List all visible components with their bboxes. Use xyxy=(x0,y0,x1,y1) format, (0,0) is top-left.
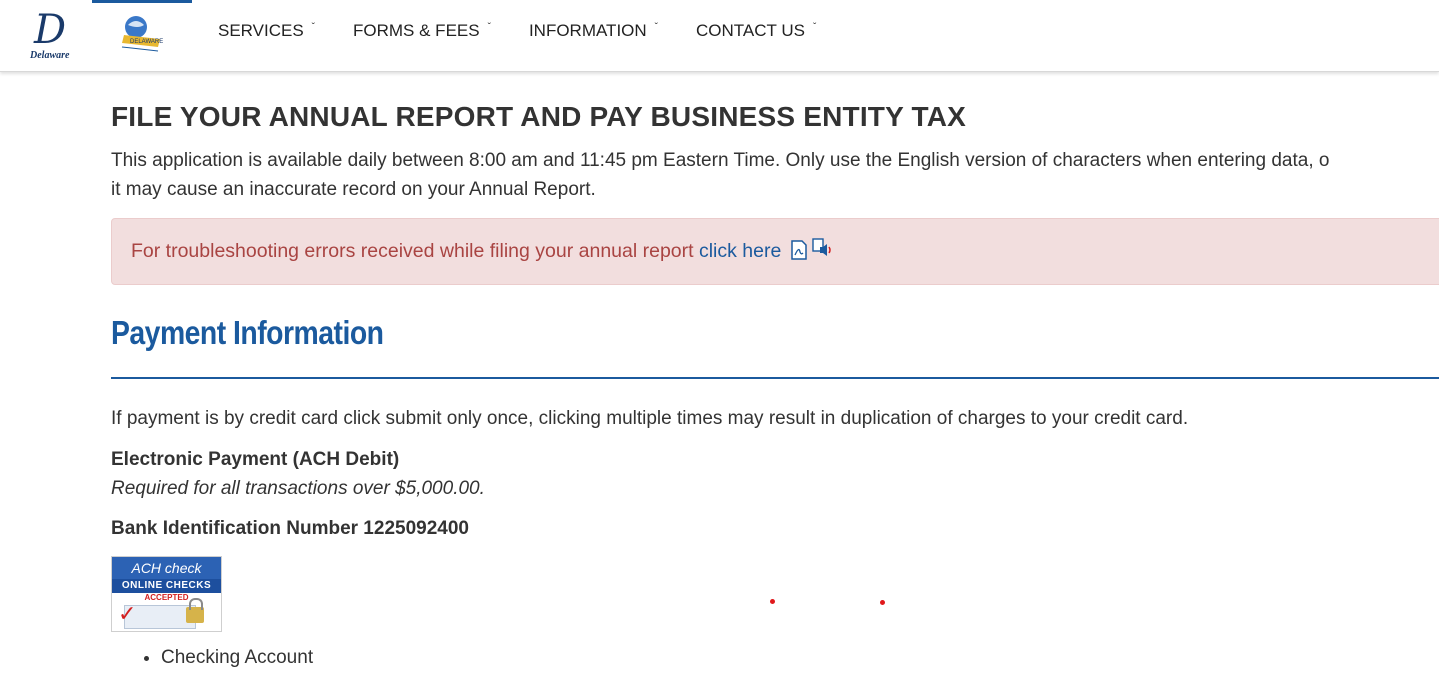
ach-check-image: ACH check ONLINE CHECKS ACCEPTED ✓ xyxy=(111,556,222,632)
nav-services-label: SERVICES xyxy=(218,21,304,40)
ach-image-top: ACH check xyxy=(112,557,221,579)
nav-services[interactable]: SERVICES ˇ xyxy=(218,19,315,43)
alert-text: For troubleshooting errors received whil… xyxy=(131,240,699,262)
nav-contact-us[interactable]: CONTACT US ˇ xyxy=(696,19,816,43)
chevron-down-icon: ˇ xyxy=(654,21,659,33)
ach-image-mid: ONLINE CHECKS xyxy=(112,579,221,593)
red-marker-dot xyxy=(880,600,885,605)
intro-line-2: it may cause an inaccurate record on you… xyxy=(111,179,596,200)
page-title: FILE YOUR ANNUAL REPORT AND PAY BUSINESS… xyxy=(111,101,966,132)
account-type-list: Checking Account xyxy=(161,646,1439,670)
delaware-logo-caption: Delaware xyxy=(30,50,70,61)
division-seal-icon: DELAWARE xyxy=(121,16,163,52)
list-item: Checking Account xyxy=(161,646,1439,670)
padlock-icon xyxy=(186,598,204,623)
red-marker-dot xyxy=(770,599,775,604)
main-content: FILE YOUR ANNUAL REPORT AND PAY BUSINESS… xyxy=(111,96,1439,670)
nav-information-label: INFORMATION xyxy=(528,21,647,40)
section-divider xyxy=(111,377,1439,379)
credit-card-notice: If payment is by credit card click submi… xyxy=(111,408,1189,429)
delaware-logo[interactable]: D Delaware xyxy=(26,8,84,66)
main-nav: SERVICES ˇ FORMS & FEES ˇ INFORMATION ˇ … xyxy=(218,19,854,43)
troubleshooting-alert: For troubleshooting errors received whil… xyxy=(111,218,1439,285)
pdf-icon[interactable] xyxy=(791,240,807,260)
site-header: D Delaware DELAWARE SERVICES ˇ FORMS & F… xyxy=(0,0,1439,72)
chevron-down-icon: ˇ xyxy=(487,21,491,33)
section-title-payment: Payment Information xyxy=(111,314,384,351)
chevron-down-icon: ˇ xyxy=(311,21,316,33)
ach-note: Required for all transactions over $5,00… xyxy=(111,478,485,499)
nav-forms-fees[interactable]: FORMS & FEES ˇ xyxy=(353,19,491,43)
nav-contact-us-label: CONTACT US xyxy=(696,21,805,40)
division-seal-text: DELAWARE xyxy=(130,39,163,45)
ach-title: Electronic Payment (ACH Debit) xyxy=(111,449,400,470)
intro-line-1: This application is available daily betw… xyxy=(111,150,1330,171)
audio-icon[interactable] xyxy=(812,238,834,260)
bank-identification-number: Bank Identification Number 1225092400 xyxy=(111,518,469,539)
division-logo-tab[interactable]: DELAWARE xyxy=(92,0,192,72)
click-here-link[interactable]: click here xyxy=(699,240,781,262)
intro-text: This application is available daily betw… xyxy=(111,146,1439,204)
delaware-logo-letter: D xyxy=(34,7,67,53)
checkmark-icon: ✓ xyxy=(118,601,137,626)
chevron-down-icon: ˇ xyxy=(812,21,817,33)
nav-information[interactable]: INFORMATION ˇ xyxy=(529,19,658,43)
nav-forms-fees-label: FORMS & FEES xyxy=(353,21,480,40)
